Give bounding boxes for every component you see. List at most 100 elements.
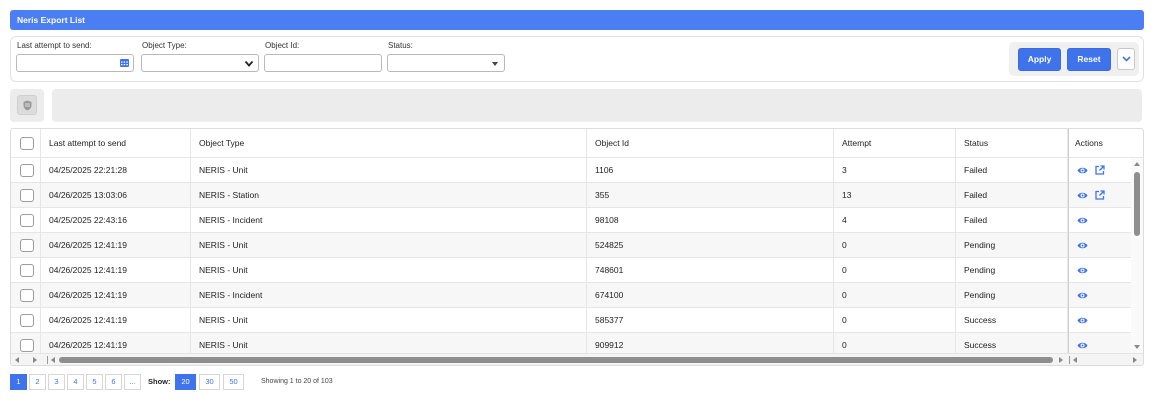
cell-status: Failed bbox=[956, 158, 1068, 182]
row-select-cell bbox=[11, 333, 41, 353]
cell-object-type: NERIS - Unit bbox=[191, 333, 587, 353]
object-type-select[interactable] bbox=[141, 54, 259, 72]
vertical-scrollbar[interactable] bbox=[1131, 158, 1143, 353]
row-select-cell bbox=[11, 258, 41, 282]
object-type-label: Object Type: bbox=[142, 41, 187, 50]
row-checkbox[interactable] bbox=[20, 189, 34, 202]
row-checkbox[interactable] bbox=[20, 339, 34, 352]
cell-attempt: 0 bbox=[834, 308, 956, 332]
chevron-down-icon bbox=[1122, 56, 1131, 62]
scroll-right-icon[interactable] bbox=[33, 357, 37, 363]
cell-object-id: 1106 bbox=[587, 158, 834, 182]
row-checkbox[interactable] bbox=[20, 314, 34, 327]
table-row[interactable]: 04/26/2025 12:41:19 NERIS - Unit 524825 0 Pe… bbox=[11, 233, 1068, 258]
scroll-left-icon[interactable] bbox=[1073, 357, 1077, 363]
scroll-left-icon[interactable] bbox=[15, 357, 19, 363]
cell-object-type: NERIS - Unit bbox=[191, 158, 587, 182]
table-body: Last attempt to send Object Type Object … bbox=[11, 129, 1068, 353]
column-attempt[interactable]: Attempt bbox=[834, 129, 956, 157]
shield-icon bbox=[23, 100, 32, 111]
row-checkbox[interactable] bbox=[20, 264, 34, 277]
cell-object-type: NERIS - Incident bbox=[191, 283, 587, 307]
object-id-input[interactable] bbox=[264, 54, 382, 72]
row-checkbox[interactable] bbox=[20, 289, 34, 302]
select-all-checkbox[interactable] bbox=[20, 137, 34, 150]
cell-object-type: NERIS - Unit bbox=[191, 233, 587, 257]
column-last-attempt[interactable]: Last attempt to send bbox=[41, 129, 191, 157]
page-more-button[interactable]: ... bbox=[124, 374, 141, 390]
toolbar-bar bbox=[52, 89, 1142, 122]
page-button[interactable]: 5 bbox=[86, 374, 103, 390]
eye-icon[interactable] bbox=[1077, 216, 1088, 225]
table-row[interactable]: 04/26/2025 12:41:19 NERIS - Incident 67410… bbox=[11, 283, 1068, 308]
calendar-icon[interactable] bbox=[120, 59, 129, 67]
pagination-summary: Showing 1 to 20 of 103 bbox=[261, 378, 333, 385]
table-row[interactable]: 04/26/2025 12:41:19 NERIS - Unit 748601 0 Pe… bbox=[11, 258, 1068, 283]
cell-last-attempt: 04/26/2025 12:41:19 bbox=[41, 308, 191, 332]
eye-icon[interactable] bbox=[1077, 241, 1088, 250]
eye-icon[interactable] bbox=[1077, 191, 1088, 200]
scroll-right-icon[interactable] bbox=[1133, 357, 1137, 363]
page-size-button[interactable]: 20 bbox=[175, 374, 196, 390]
apply-button[interactable]: Apply bbox=[1018, 48, 1061, 71]
page-title: Neris Export List bbox=[10, 10, 1144, 30]
export-table: Last attempt to send Object Type Object … bbox=[10, 128, 1144, 366]
table-row[interactable]: 04/25/2025 22:43:16 NERIS - Incident 98108… bbox=[11, 208, 1068, 233]
column-status[interactable]: Status bbox=[956, 129, 1068, 157]
table-row[interactable]: 04/25/2025 22:21:28 NERIS - Unit 1106 3 Fail… bbox=[11, 158, 1068, 183]
export-icon[interactable] bbox=[1095, 190, 1105, 200]
cell-status: Pending bbox=[956, 233, 1068, 257]
row-checkbox[interactable] bbox=[20, 239, 34, 252]
table-row[interactable]: 04/26/2025 12:41:19 NERIS - Unit 585377 0 Su… bbox=[11, 308, 1068, 333]
page-button[interactable]: 2 bbox=[29, 374, 46, 390]
column-object-id[interactable]: Object Id bbox=[587, 129, 834, 157]
cell-object-id: 355 bbox=[587, 183, 834, 207]
cell-object-type: NERIS - Station bbox=[191, 183, 587, 207]
cell-last-attempt: 04/25/2025 22:21:28 bbox=[41, 158, 191, 182]
eye-icon[interactable] bbox=[1077, 266, 1088, 275]
cell-object-type: NERIS - Unit bbox=[191, 308, 587, 332]
cell-last-attempt: 04/26/2025 12:41:19 bbox=[41, 233, 191, 257]
eye-icon[interactable] bbox=[1077, 341, 1088, 350]
eye-icon[interactable] bbox=[1077, 316, 1088, 325]
scroll-down-icon[interactable] bbox=[1134, 345, 1140, 349]
row-checkbox[interactable] bbox=[20, 214, 34, 227]
vertical-scroll-thumb[interactable] bbox=[1134, 172, 1140, 236]
scroll-right-icon[interactable] bbox=[1059, 357, 1063, 363]
toolbar-left bbox=[10, 89, 44, 122]
column-actions: Actions bbox=[1069, 129, 1143, 158]
page-size-button[interactable]: 30 bbox=[199, 374, 220, 390]
eye-icon[interactable] bbox=[1077, 166, 1088, 175]
scroll-left-icon[interactable] bbox=[51, 357, 55, 363]
shield-button[interactable] bbox=[17, 95, 37, 115]
status-select[interactable] bbox=[387, 54, 505, 72]
cell-object-id: 909912 bbox=[587, 333, 834, 353]
cell-attempt: 13 bbox=[834, 183, 956, 207]
cell-last-attempt: 04/26/2025 12:41:19 bbox=[41, 333, 191, 353]
expand-filters-button[interactable] bbox=[1117, 48, 1135, 70]
export-icon[interactable] bbox=[1095, 165, 1105, 175]
eye-icon[interactable] bbox=[1077, 291, 1088, 300]
table-row[interactable]: 04/26/2025 12:41:19 NERIS - Unit 909912 0 Su… bbox=[11, 333, 1068, 353]
page-button[interactable]: 4 bbox=[67, 374, 84, 390]
cell-status: Pending bbox=[956, 283, 1068, 307]
page-button[interactable]: 1 bbox=[10, 374, 27, 390]
row-checkbox[interactable] bbox=[20, 164, 34, 177]
cell-last-attempt: 04/26/2025 13:03:06 bbox=[41, 183, 191, 207]
actions-column: Actions bbox=[1068, 129, 1143, 353]
page-size-button[interactable]: 50 bbox=[223, 374, 244, 390]
reset-button[interactable]: Reset bbox=[1067, 48, 1111, 71]
column-object-type[interactable]: Object Type bbox=[191, 129, 587, 157]
horizontal-scrollbar[interactable] bbox=[11, 353, 1143, 365]
page-button[interactable]: 6 bbox=[105, 374, 122, 390]
scroll-up-icon[interactable] bbox=[1134, 162, 1140, 166]
cell-attempt: 4 bbox=[834, 208, 956, 232]
cell-status: Failed bbox=[956, 183, 1068, 207]
table-row[interactable]: 04/26/2025 13:03:06 NERIS - Station 355 13 F… bbox=[11, 183, 1068, 208]
last-attempt-date-input[interactable] bbox=[16, 54, 134, 72]
horizontal-scroll-thumb[interactable] bbox=[59, 357, 1053, 363]
cell-last-attempt: 04/26/2025 12:41:19 bbox=[41, 283, 191, 307]
cell-attempt: 3 bbox=[834, 158, 956, 182]
cell-object-id: 585377 bbox=[587, 308, 834, 332]
page-button[interactable]: 3 bbox=[48, 374, 65, 390]
